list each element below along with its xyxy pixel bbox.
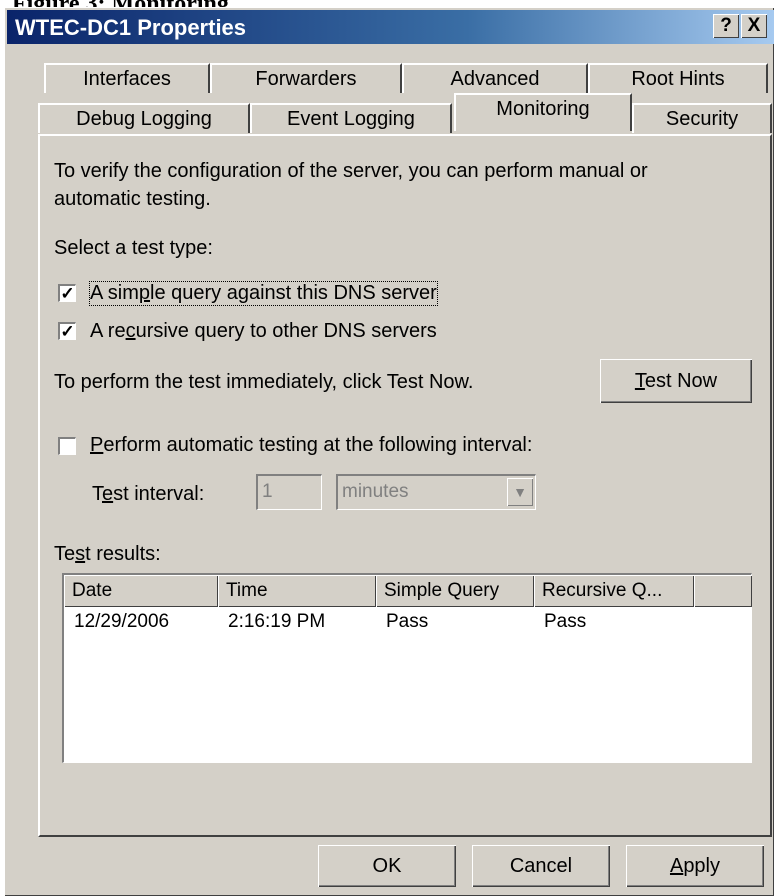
intro-text-line2: automatic testing. [54, 188, 211, 210]
automatic-testing-checkbox[interactable] [58, 437, 76, 455]
tab-monitoring[interactable]: Monitoring [454, 93, 632, 131]
test-results-label: Test results: [54, 543, 161, 565]
tab-root-hints[interactable]: Root Hints [588, 63, 768, 93]
automatic-testing-label[interactable]: Perform automatic testing at the followi… [90, 434, 532, 457]
simple-query-checkbox[interactable]: ✓ [58, 284, 76, 302]
test-interval-label: Test interval: [92, 483, 205, 505]
recursive-query-label[interactable]: A recursive query to other DNS servers [90, 320, 437, 343]
cell-time: 2:16:19 PM [228, 611, 326, 632]
recursive-query-checkbox[interactable]: ✓ [58, 322, 76, 340]
properties-dialog: WTEC-DC1 Properties ? X Interfaces Forwa… [4, 7, 774, 896]
column-header-time[interactable]: Time [218, 575, 376, 607]
test-interval-input[interactable]: 1 [256, 474, 322, 510]
help-button[interactable]: ? [713, 14, 739, 38]
window-title: WTEC-DC1 Properties [15, 15, 247, 40]
close-button[interactable]: X [741, 14, 767, 38]
cell-recursive-query: Pass [544, 611, 587, 632]
tab-interfaces[interactable]: Interfaces [44, 63, 210, 93]
column-header-simple-query[interactable]: Simple Query [376, 575, 534, 607]
cell-date: 12/29/2006 [74, 611, 170, 632]
column-header-filler [694, 575, 752, 607]
interval-unit-select[interactable]: minutes ▼ [336, 474, 536, 510]
tab-debug-logging[interactable]: Debug Logging [38, 103, 250, 133]
column-header-recursive-query[interactable]: Recursive Q... [534, 575, 694, 607]
check-icon: ✓ [60, 322, 75, 341]
test-results-list[interactable]: Date Time Simple Query Recursive Q... 12… [62, 573, 752, 763]
test-now-button[interactable]: Test Now [600, 359, 752, 403]
ok-button[interactable]: OK [318, 845, 456, 887]
chevron-down-icon[interactable]: ▼ [507, 478, 533, 506]
tab-security[interactable]: Security [632, 103, 772, 133]
simple-query-label[interactable]: A simple query against this DNS server [89, 281, 438, 306]
column-header-date[interactable]: Date [64, 575, 218, 607]
title-bar[interactable]: WTEC-DC1 Properties ? X [7, 10, 774, 44]
tab-event-logging[interactable]: Event Logging [250, 103, 452, 133]
select-test-type-label: Select a test type: [54, 237, 213, 259]
intro-text-line1: To verify the configuration of the serve… [54, 160, 648, 182]
check-icon: ✓ [60, 284, 75, 303]
cancel-button[interactable]: Cancel [472, 845, 610, 887]
apply-button[interactable]: Apply [626, 845, 764, 887]
cell-simple-query: Pass [386, 611, 429, 632]
test-now-instruction: To perform the test immediately, click T… [54, 371, 474, 393]
tab-forwarders[interactable]: Forwarders [210, 63, 402, 93]
tab-advanced[interactable]: Advanced [402, 63, 588, 93]
